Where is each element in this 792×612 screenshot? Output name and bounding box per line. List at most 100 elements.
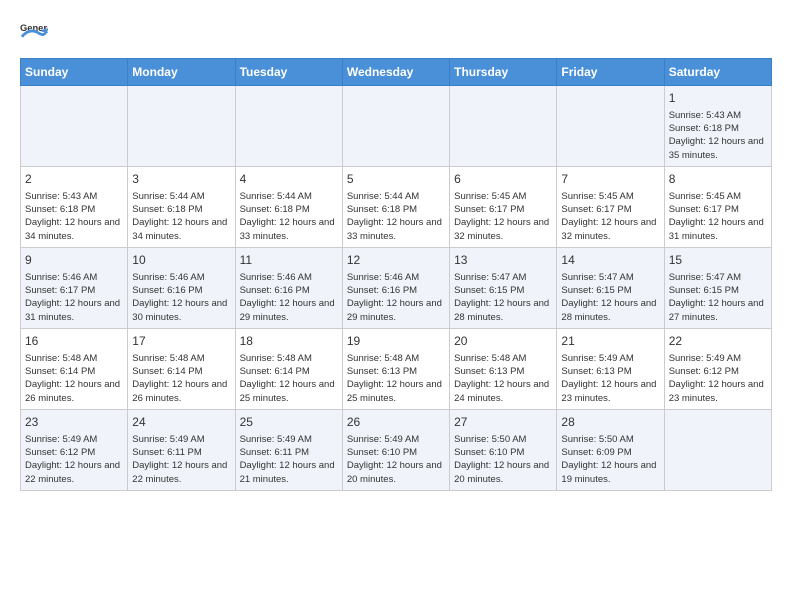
day-number: 26 <box>347 414 445 431</box>
day-cell: 6 Sunrise: 5:45 AMSunset: 6:17 PMDaylight… <box>450 166 557 247</box>
day-cell: 17Sunrise: 5:48 AMSunset: 6:14 PMDayligh… <box>128 328 235 409</box>
day-info: Daylight: 12 hours and 19 minutes. <box>561 459 659 486</box>
day-info: Sunrise: 5:46 AM <box>132 271 230 284</box>
day-number: 25 <box>240 414 338 431</box>
day-info: Daylight: 12 hours and 21 minutes. <box>240 459 338 486</box>
day-number: 8 <box>669 171 767 188</box>
day-info: Sunset: 6:16 PM <box>132 284 230 297</box>
day-info: Sunrise: 5:45 AM <box>561 190 659 203</box>
day-number: 6 <box>454 171 552 188</box>
week-row-5: 23Sunrise: 5:49 AMSunset: 6:12 PMDayligh… <box>21 409 772 490</box>
day-info: Daylight: 12 hours and 34 minutes. <box>25 216 123 243</box>
day-cell <box>450 86 557 167</box>
day-info: Daylight: 12 hours and 20 minutes. <box>347 459 445 486</box>
day-number: 18 <box>240 333 338 350</box>
day-cell: 1Sunrise: 5:43 AMSunset: 6:18 PMDaylight… <box>664 86 771 167</box>
day-info: Sunset: 6:13 PM <box>561 365 659 378</box>
day-info: Sunrise: 5:45 AM <box>454 190 552 203</box>
col-header-thursday: Thursday <box>450 59 557 86</box>
day-info: Daylight: 12 hours and 33 minutes. <box>347 216 445 243</box>
day-info: Sunset: 6:10 PM <box>347 446 445 459</box>
day-info: Daylight: 12 hours and 29 minutes. <box>240 297 338 324</box>
day-info: Sunrise: 5:46 AM <box>347 271 445 284</box>
day-cell: 12 Sunrise: 5:46 AMSunset: 6:16 PMDayligh… <box>342 247 449 328</box>
day-info: Daylight: 12 hours and 29 minutes. <box>347 297 445 324</box>
day-cell: 26Sunrise: 5:49 AMSunset: 6:10 PMDayligh… <box>342 409 449 490</box>
day-number: 15 <box>669 252 767 269</box>
day-info: Sunset: 6:14 PM <box>25 365 123 378</box>
day-info: Sunrise: 5:44 AM <box>240 190 338 203</box>
day-cell: 16Sunrise: 5:48 AMSunset: 6:14 PMDayligh… <box>21 328 128 409</box>
day-info: Sunrise: 5:49 AM <box>132 433 230 446</box>
day-info: Daylight: 12 hours and 27 minutes. <box>669 297 767 324</box>
day-info: Daylight: 12 hours and 31 minutes. <box>669 216 767 243</box>
day-info: Sunset: 6:13 PM <box>347 365 445 378</box>
day-info: Sunrise: 5:48 AM <box>132 352 230 365</box>
day-info: Daylight: 12 hours and 28 minutes. <box>561 297 659 324</box>
day-cell <box>235 86 342 167</box>
day-info: Daylight: 12 hours and 22 minutes. <box>132 459 230 486</box>
day-cell: 23Sunrise: 5:49 AMSunset: 6:12 PMDayligh… <box>21 409 128 490</box>
day-info: Sunset: 6:16 PM <box>347 284 445 297</box>
day-cell <box>21 86 128 167</box>
day-info: Sunrise: 5:48 AM <box>454 352 552 365</box>
week-row-1: 1Sunrise: 5:43 AMSunset: 6:18 PMDaylight… <box>21 86 772 167</box>
day-info: Daylight: 12 hours and 34 minutes. <box>132 216 230 243</box>
day-info: Sunset: 6:16 PM <box>240 284 338 297</box>
day-info: Sunrise: 5:48 AM <box>25 352 123 365</box>
day-info: Sunset: 6:09 PM <box>561 446 659 459</box>
day-info: Daylight: 12 hours and 25 minutes. <box>240 378 338 405</box>
day-number: 7 <box>561 171 659 188</box>
day-cell: 5Sunrise: 5:44 AMSunset: 6:18 PMDaylight… <box>342 166 449 247</box>
day-info: Sunrise: 5:49 AM <box>669 352 767 365</box>
day-info: Sunset: 6:18 PM <box>132 203 230 216</box>
day-cell: 22Sunrise: 5:49 AMSunset: 6:12 PMDayligh… <box>664 328 771 409</box>
day-info: Sunrise: 5:50 AM <box>454 433 552 446</box>
day-cell <box>557 86 664 167</box>
day-info: Sunrise: 5:47 AM <box>561 271 659 284</box>
day-cell: 13 Sunrise: 5:47 AMSunset: 6:15 PMDayligh… <box>450 247 557 328</box>
day-number: 20 <box>454 333 552 350</box>
day-cell: 27Sunrise: 5:50 AMSunset: 6:10 PMDayligh… <box>450 409 557 490</box>
day-number: 12 <box>347 252 445 269</box>
day-info: Daylight: 12 hours and 32 minutes. <box>454 216 552 243</box>
day-cell <box>342 86 449 167</box>
day-info: Daylight: 12 hours and 24 minutes. <box>454 378 552 405</box>
day-info: Daylight: 12 hours and 30 minutes. <box>132 297 230 324</box>
col-header-sunday: Sunday <box>21 59 128 86</box>
header: General <box>20 20 772 48</box>
day-info: Sunrise: 5:44 AM <box>132 190 230 203</box>
day-info: Sunrise: 5:43 AM <box>669 109 767 122</box>
day-info: Sunset: 6:12 PM <box>25 446 123 459</box>
day-info: Sunrise: 5:47 AM <box>454 271 552 284</box>
day-cell: 14Sunrise: 5:47 AMSunset: 6:15 PMDayligh… <box>557 247 664 328</box>
day-info: Sunrise: 5:47 AM <box>669 271 767 284</box>
day-info: Sunrise: 5:46 AM <box>25 271 123 284</box>
day-info: Daylight: 12 hours and 28 minutes. <box>454 297 552 324</box>
logo: General <box>20 20 52 48</box>
day-cell: 8Sunrise: 5:45 AMSunset: 6:17 PMDaylight… <box>664 166 771 247</box>
day-cell: 19Sunrise: 5:48 AMSunset: 6:13 PMDayligh… <box>342 328 449 409</box>
week-row-4: 16Sunrise: 5:48 AMSunset: 6:14 PMDayligh… <box>21 328 772 409</box>
day-info: Sunrise: 5:46 AM <box>240 271 338 284</box>
day-number: 13 <box>454 252 552 269</box>
day-info: Sunset: 6:14 PM <box>240 365 338 378</box>
day-info: Sunset: 6:17 PM <box>454 203 552 216</box>
col-header-wednesday: Wednesday <box>342 59 449 86</box>
day-info: Daylight: 12 hours and 22 minutes. <box>25 459 123 486</box>
day-info: Daylight: 12 hours and 23 minutes. <box>669 378 767 405</box>
day-info: Daylight: 12 hours and 35 minutes. <box>669 135 767 162</box>
day-info: Sunrise: 5:48 AM <box>240 352 338 365</box>
day-info: Sunrise: 5:50 AM <box>561 433 659 446</box>
day-number: 3 <box>132 171 230 188</box>
day-info: Daylight: 12 hours and 26 minutes. <box>25 378 123 405</box>
day-info: Sunset: 6:15 PM <box>454 284 552 297</box>
day-cell: 20Sunrise: 5:48 AMSunset: 6:13 PMDayligh… <box>450 328 557 409</box>
day-info: Daylight: 12 hours and 23 minutes. <box>561 378 659 405</box>
day-info: Daylight: 12 hours and 31 minutes. <box>25 297 123 324</box>
day-info: Sunset: 6:14 PM <box>132 365 230 378</box>
day-info: Sunset: 6:17 PM <box>669 203 767 216</box>
day-info: Sunset: 6:15 PM <box>669 284 767 297</box>
day-cell: 25Sunrise: 5:49 AMSunset: 6:11 PMDayligh… <box>235 409 342 490</box>
day-number: 24 <box>132 414 230 431</box>
